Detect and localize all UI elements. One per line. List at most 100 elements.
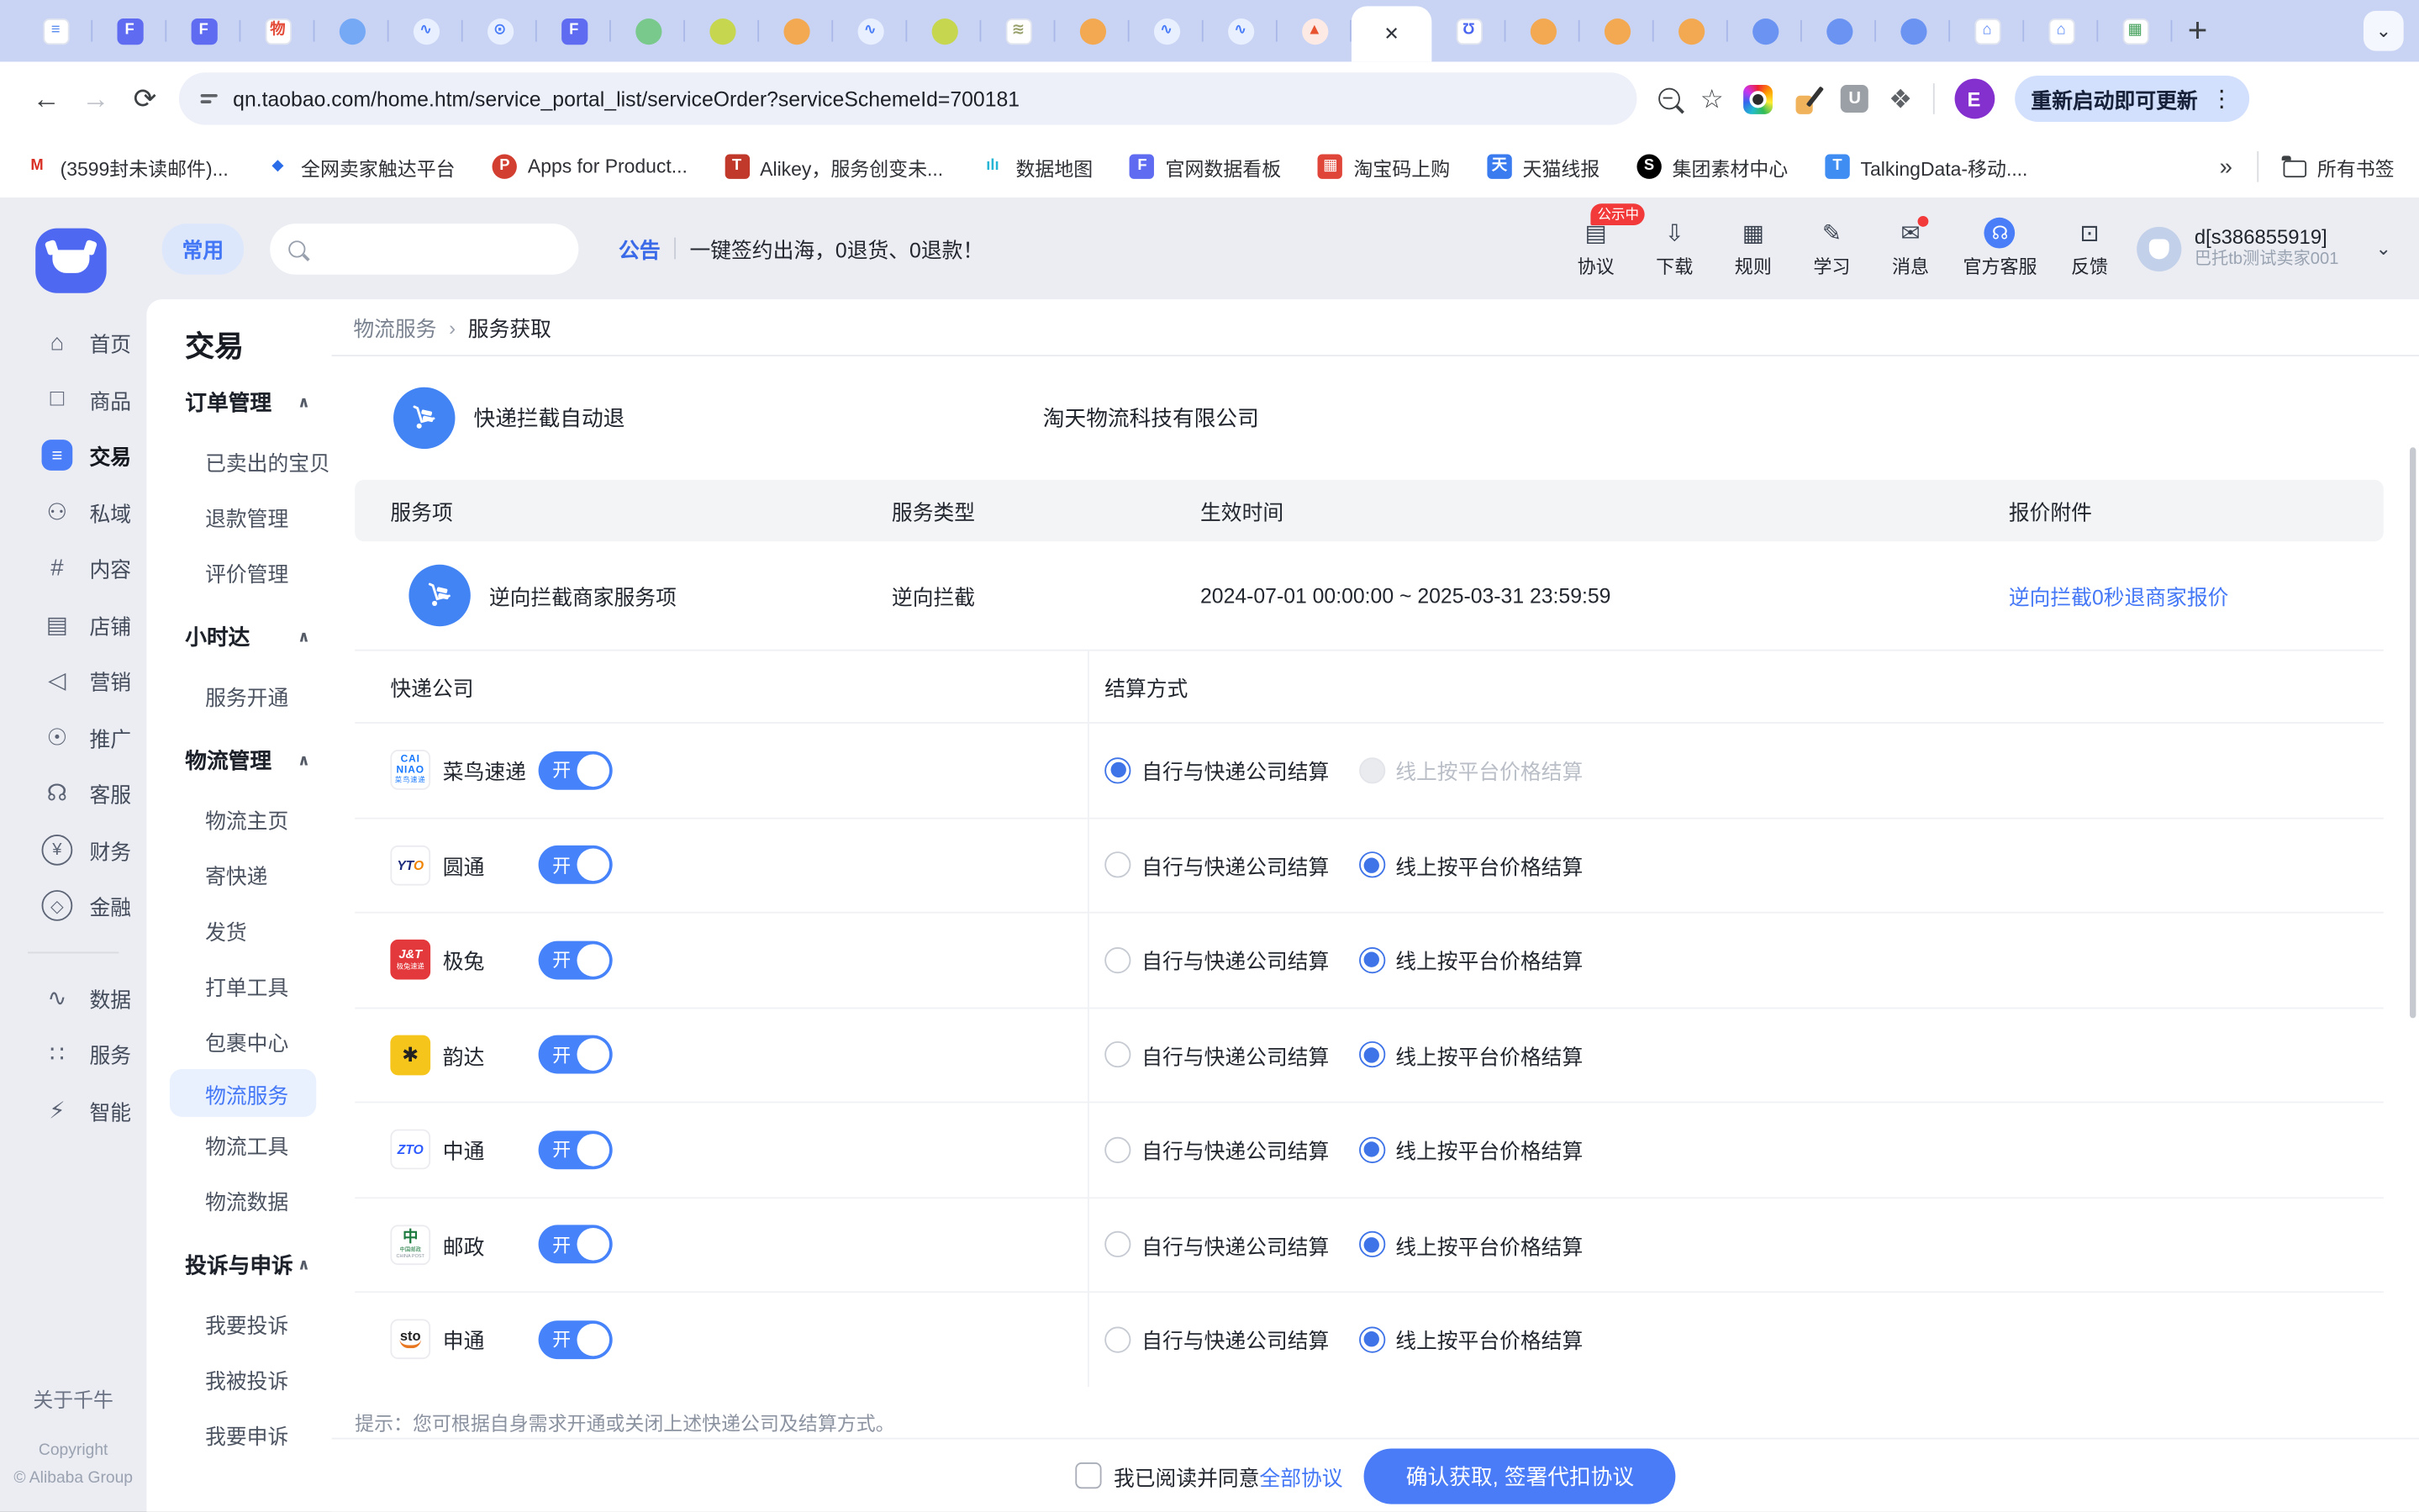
- browser-tab[interactable]: [1055, 5, 1129, 57]
- jt-toggle[interactable]: 开: [539, 940, 613, 979]
- browser-tab[interactable]: ∿: [833, 5, 907, 57]
- browser-menu-icon[interactable]: ⋮: [2210, 85, 2232, 113]
- nav-row[interactable]: 物流主页: [146, 792, 331, 847]
- nav-row[interactable]: 我要投诉: [146, 1296, 331, 1351]
- search-input[interactable]: [270, 223, 578, 274]
- nav-row[interactable]: 发货: [146, 903, 331, 958]
- browser-tab[interactable]: 物: [240, 5, 314, 57]
- browser-tab[interactable]: ▦: [2098, 5, 2172, 57]
- sto-toggle[interactable]: 开: [539, 1320, 613, 1359]
- nav-row[interactable]: 物流管理 ∧: [146, 730, 331, 791]
- radio-platform-price[interactable]: [1358, 1231, 1384, 1257]
- browser-tab[interactable]: ∿: [1130, 5, 1204, 57]
- browser-tab[interactable]: ∿: [1204, 5, 1278, 57]
- bookmark-star-icon[interactable]: ☆: [1700, 86, 1724, 112]
- nav-row[interactable]: 小时达 ∧: [146, 606, 331, 667]
- nav-row[interactable]: 退款管理: [146, 489, 331, 545]
- browser-tab[interactable]: [1580, 5, 1654, 57]
- browser-tab[interactable]: [1728, 5, 1802, 57]
- all-bookmarks-button[interactable]: 所有书签: [2284, 152, 2395, 182]
- agree-checkbox[interactable]: [1075, 1462, 1101, 1488]
- bookmark-item[interactable]: T Alikey，服务创变未...: [725, 152, 943, 182]
- browser-tab[interactable]: ≋: [981, 5, 1055, 57]
- bookmark-item[interactable]: ılı 数据地图: [980, 152, 1093, 182]
- nav-row[interactable]: 寄快递: [146, 847, 331, 903]
- radio-platform-price[interactable]: [1358, 947, 1384, 973]
- radio-self-settle[interactable]: [1104, 1231, 1130, 1257]
- browser-tab[interactable]: ≡: [18, 5, 92, 57]
- radio-self-settle[interactable]: [1104, 1041, 1130, 1067]
- chevron-down-icon[interactable]: ⌄: [2376, 238, 2391, 260]
- bookmark-item[interactable]: ▦ 淘宝码上购: [1318, 152, 1450, 182]
- browser-tab[interactable]: ⌂: [1950, 5, 2024, 57]
- nav-row[interactable]: 已卖出的宝贝: [146, 434, 331, 489]
- browser-tab[interactable]: [685, 5, 759, 57]
- radio-self-settle[interactable]: [1104, 1136, 1130, 1162]
- browser-tab[interactable]: ∿: [389, 5, 463, 57]
- browser-tab[interactable]: ⊙: [463, 5, 537, 57]
- bookmark-item[interactable]: S 集团素材中心: [1636, 152, 1788, 182]
- quote-attachment-link[interactable]: 逆向拦截0秒退商家报价: [2009, 580, 2384, 611]
- bookmark-item[interactable]: T TalkingData-移动....: [1825, 152, 2027, 182]
- browser-tab[interactable]: ▲: [1278, 5, 1352, 57]
- browser-tab[interactable]: ✕: [1352, 6, 1431, 61]
- about-qianniu-link[interactable]: 关于千牛: [0, 1384, 146, 1414]
- radio-platform-price[interactable]: [1358, 1041, 1384, 1067]
- bookmark-item[interactable]: M (3599封未读邮件)...: [24, 152, 228, 182]
- browser-tab[interactable]: [759, 5, 833, 57]
- nav-row[interactable]: 服务开通: [146, 668, 331, 724]
- bookmark-item[interactable]: P Apps for Product...: [493, 155, 688, 179]
- radio-self-settle[interactable]: [1104, 1326, 1130, 1352]
- u-extension-icon[interactable]: U: [1841, 85, 1868, 113]
- scrollbar-thumb[interactable]: [2410, 447, 2416, 1018]
- nav-row[interactable]: 订单管理 ∧: [146, 371, 331, 433]
- site-settings-icon[interactable]: [201, 95, 218, 103]
- cainiao-toggle[interactable]: 开: [539, 751, 613, 789]
- breadcrumb-logistics-service[interactable]: 物流服务: [353, 312, 436, 343]
- browser-tab[interactable]: [1505, 5, 1579, 57]
- nav-row[interactable]: 我被投诉: [146, 1351, 331, 1407]
- browser-tab[interactable]: F: [92, 5, 166, 57]
- colorwheel-extension-icon[interactable]: [1744, 84, 1773, 113]
- quick-access-button[interactable]: 常用: [162, 223, 244, 274]
- nav-row[interactable]: 物流工具: [146, 1117, 331, 1172]
- yunda-toggle[interactable]: 开: [539, 1035, 613, 1074]
- radio-platform-price[interactable]: [1358, 852, 1384, 878]
- extensions-icon[interactable]: ❖: [1889, 86, 1912, 112]
- bookmark-item[interactable]: ◆ 全网卖家触达平台: [266, 152, 456, 182]
- nav-row[interactable]: 评价管理: [146, 545, 331, 600]
- browser-tab[interactable]: F: [537, 5, 611, 57]
- nav-row[interactable]: 我要申诉: [146, 1407, 331, 1462]
- eyedropper-extension-icon[interactable]: [1793, 84, 1821, 113]
- bookmarks-overflow-icon[interactable]: »: [2220, 154, 2232, 180]
- browser-tab[interactable]: Ʊ: [1431, 5, 1505, 57]
- youzheng-toggle[interactable]: 开: [539, 1225, 613, 1264]
- browser-tab[interactable]: [611, 5, 685, 57]
- reload-button[interactable]: ⟳: [120, 74, 170, 124]
- nav-row[interactable]: 包裹中心: [146, 1014, 331, 1069]
- browser-tab[interactable]: ⌂: [2024, 5, 2098, 57]
- announcement[interactable]: 公告 一键签约出海，0退货、0退款！: [619, 233, 983, 264]
- nav-row[interactable]: 投诉与申诉 ∧: [146, 1234, 331, 1295]
- yto-toggle[interactable]: 开: [539, 846, 613, 884]
- user-account[interactable]: d[s386855919] 巴托tb测试卖家001 ⌄: [2137, 225, 2391, 271]
- browser-tab[interactable]: [1802, 5, 1876, 57]
- tab-search-button[interactable]: ⌄: [2364, 11, 2404, 51]
- radio-self-settle[interactable]: [1104, 852, 1130, 878]
- radio-self-settle[interactable]: [1104, 947, 1130, 973]
- nav-row[interactable]: 物流服务: [170, 1069, 316, 1117]
- zoom-out-icon[interactable]: [1658, 88, 1680, 110]
- browser-tab[interactable]: [1876, 5, 1950, 57]
- all-agreements-link[interactable]: 全部协议: [1259, 1460, 1342, 1491]
- confirm-button[interactable]: 确认获取, 签署代扣协议: [1364, 1448, 1675, 1504]
- radio-self-settle[interactable]: [1104, 757, 1130, 783]
- qianniu-logo[interactable]: [35, 229, 106, 293]
- back-button[interactable]: ←: [22, 74, 71, 124]
- url-bar[interactable]: qn.taobao.com/home.htm/service_portal_li…: [179, 72, 1637, 124]
- browser-tab[interactable]: [1654, 5, 1728, 57]
- zto-toggle[interactable]: 开: [539, 1130, 613, 1169]
- nav-row[interactable]: 物流数据: [146, 1172, 331, 1228]
- bookmark-item[interactable]: F 官网数据看板: [1130, 152, 1281, 182]
- browser-tab[interactable]: F: [166, 5, 240, 57]
- relaunch-update-button[interactable]: 重新启动即可更新 ⋮: [2014, 76, 2248, 122]
